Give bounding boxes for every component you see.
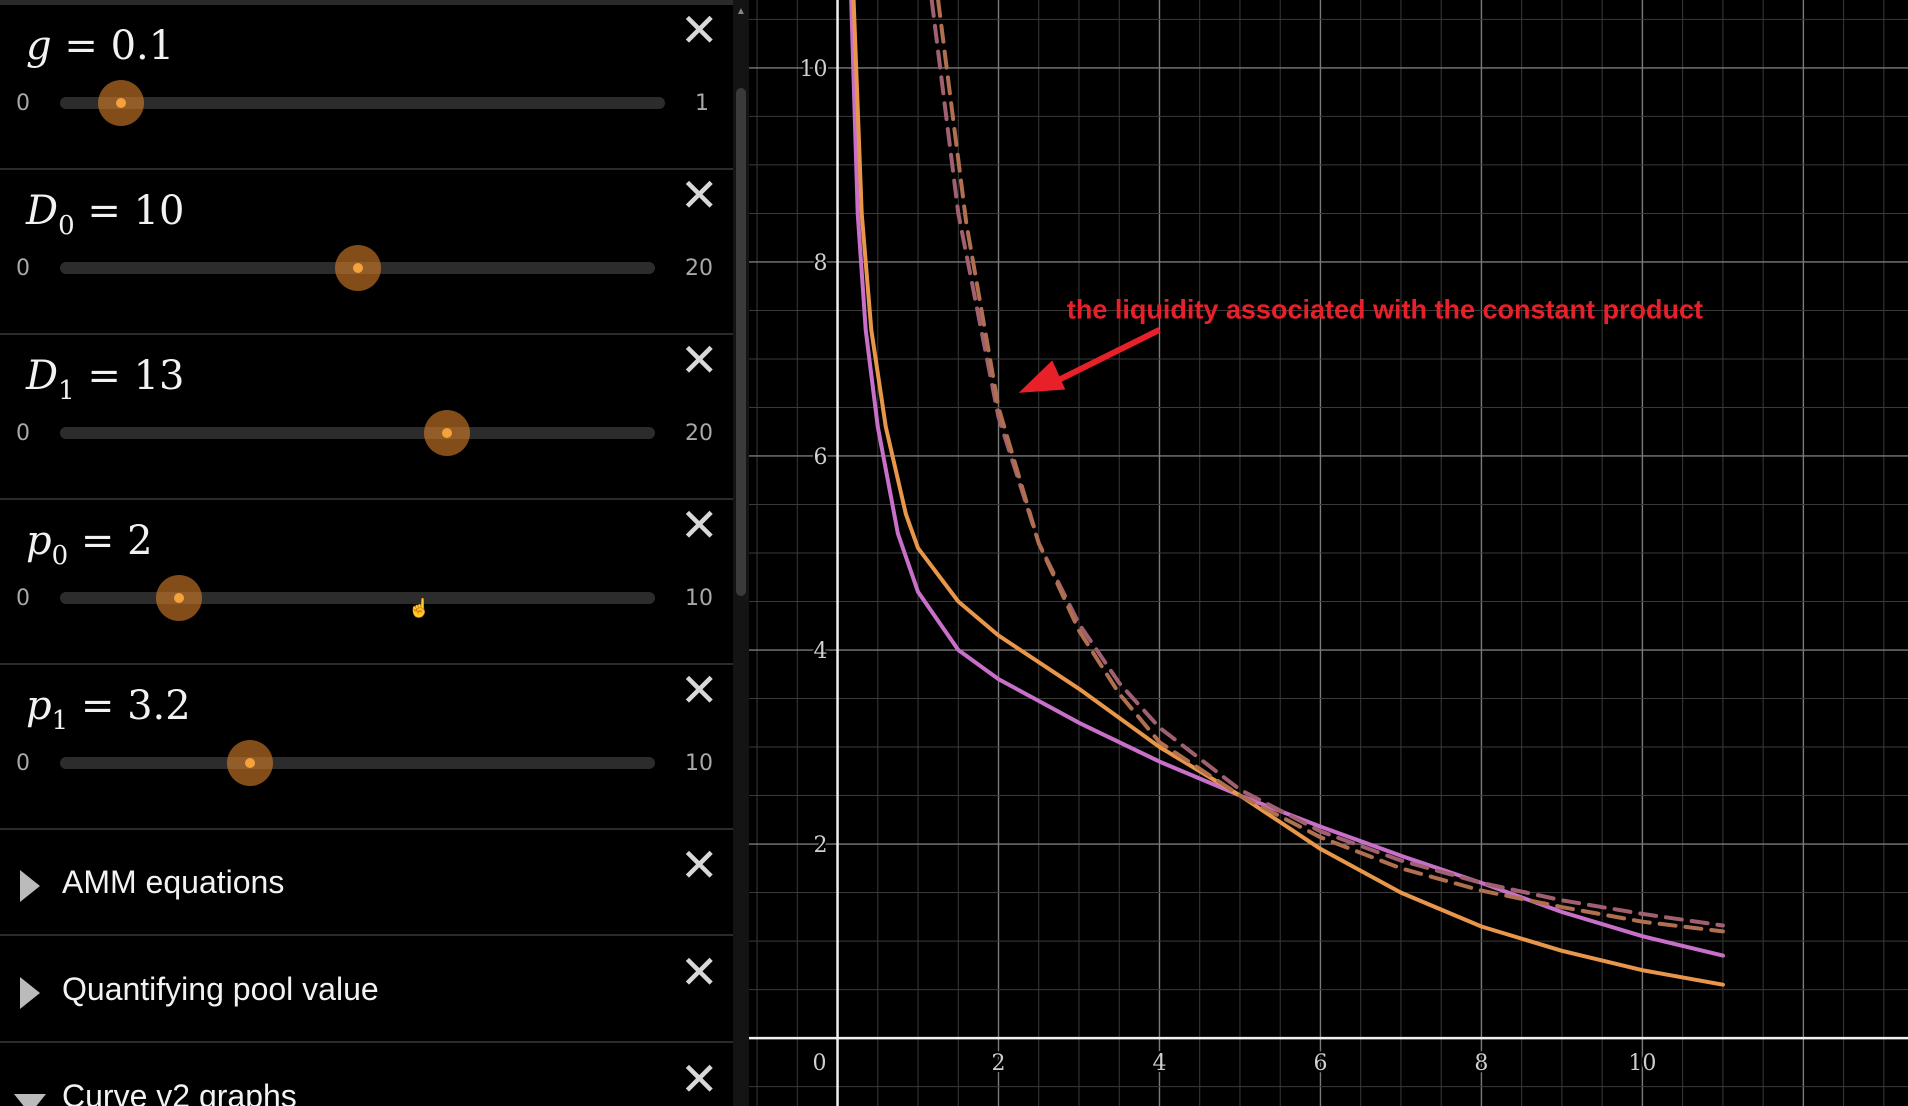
slider-value: 0.1 xyxy=(110,23,175,69)
variable-subscript: 1 xyxy=(58,376,75,406)
equals-sign: = xyxy=(68,518,128,564)
slider-row: g = 0.1 ✕ 0 1 xyxy=(0,5,733,170)
folder-title: AMM equations xyxy=(62,864,285,900)
slider-value: 13 xyxy=(133,353,185,399)
delete-icon[interactable]: ✕ xyxy=(680,1056,719,1102)
slider-row: p1 = 3.2 ✕ 0 10 xyxy=(0,665,733,830)
y-tick-label: 8 xyxy=(814,251,828,276)
slider-handle[interactable] xyxy=(156,575,202,621)
slider-track[interactable] xyxy=(60,427,655,439)
slider-expression[interactable]: p0 = 2 xyxy=(26,518,153,571)
folder-title: Curve v2 graphs xyxy=(62,1078,297,1106)
hand-cursor-icon: ☝ xyxy=(408,598,431,618)
slider-expression[interactable]: p1 = 3.2 xyxy=(26,683,191,736)
slider-min[interactable]: 0 xyxy=(16,91,30,116)
delete-icon[interactable]: ✕ xyxy=(680,7,719,53)
equals-sign: = xyxy=(51,23,111,69)
slider-row: D1 = 13 ✕ 0 20 xyxy=(0,335,733,500)
slider-expression[interactable]: g = 0.1 xyxy=(26,23,174,69)
annotation-label: the liquidity associated with the consta… xyxy=(1067,294,1703,324)
slider-value: 2 xyxy=(127,518,153,564)
slider-min[interactable]: 0 xyxy=(16,586,30,611)
slider-max[interactable]: 20 xyxy=(685,256,713,281)
y-tick-label: 2 xyxy=(814,833,828,858)
variable-subscript: 1 xyxy=(51,706,69,736)
slider-max[interactable]: 10 xyxy=(685,751,713,776)
variable-name: p xyxy=(26,518,52,564)
slider-track[interactable] xyxy=(60,757,655,769)
variable-name: D xyxy=(26,188,59,234)
slider-expression[interactable]: D0 = 10 xyxy=(26,188,185,241)
slider-handle[interactable] xyxy=(97,80,144,126)
variable-subscript: 0 xyxy=(51,541,69,571)
expand-triangle-icon[interactable] xyxy=(20,870,40,902)
slider-min[interactable]: 0 xyxy=(16,421,30,446)
graph-svg[interactable]: 0 2 4 6 8 10 2 4 6 8 10 the liquidity associated wi… xyxy=(749,0,1908,1106)
scroll-up-arrow-icon[interactable]: ▲ xyxy=(733,4,749,20)
delete-icon[interactable]: ✕ xyxy=(680,502,719,548)
y-tick-label: 4 xyxy=(814,639,828,664)
folder-title: Quantifying pool value xyxy=(62,971,379,1007)
equals-sign: = xyxy=(74,188,134,234)
slider-min[interactable]: 0 xyxy=(16,256,30,281)
slider-handle[interactable] xyxy=(423,410,470,456)
delete-icon[interactable]: ✕ xyxy=(680,667,719,713)
x-tick-label: 0 xyxy=(813,1051,827,1076)
slider-min[interactable]: 0 xyxy=(16,751,30,776)
expression-list: g = 0.1 ✕ 0 1 D0 = 10 ✕ 0 20 D1 = 13 ✕ 0 20 p0 = 2 ✕ 0… xyxy=(0,0,733,1106)
x-tick-label: 2 xyxy=(992,1051,1006,1076)
slider-track[interactable] xyxy=(60,97,665,109)
folder-amm-equations[interactable]: AMM equations ✕ xyxy=(0,830,733,936)
equals-sign: = xyxy=(68,683,128,729)
slider-row: D0 = 10 ✕ 0 20 xyxy=(0,170,733,335)
y-tick-label: 6 xyxy=(814,445,828,470)
variable-name: D xyxy=(26,353,59,399)
slider-handle[interactable] xyxy=(334,245,381,291)
equals-sign: = xyxy=(74,353,134,399)
expand-triangle-icon[interactable] xyxy=(20,977,40,1009)
slider-expression[interactable]: D1 = 13 xyxy=(26,353,185,406)
folder-curve-v2-graphs[interactable]: Curve v2 graphs ✕ xyxy=(0,1044,733,1106)
slider-max[interactable]: 1 xyxy=(695,91,709,116)
x-tick-label: 4 xyxy=(1152,1051,1166,1076)
variable-name: g xyxy=(26,23,52,69)
slider-max[interactable]: 10 xyxy=(685,586,713,611)
variable-name: p xyxy=(26,683,52,729)
delete-icon[interactable]: ✕ xyxy=(680,337,719,383)
scrollbar-thumb[interactable] xyxy=(736,88,746,596)
delete-icon[interactable]: ✕ xyxy=(680,172,719,218)
graph-canvas[interactable]: 0 2 4 6 8 10 2 4 6 8 10 the liquidity associated wi… xyxy=(749,0,1908,1106)
slider-value: 10 xyxy=(133,188,185,234)
delete-icon[interactable]: ✕ xyxy=(680,842,719,888)
slider-row: p0 = 2 ✕ 0 10 xyxy=(0,500,733,665)
x-tick-label: 6 xyxy=(1313,1051,1327,1076)
x-tick-label: 8 xyxy=(1474,1051,1488,1076)
folder-quantifying-pool-value[interactable]: Quantifying pool value ✕ xyxy=(0,937,733,1043)
delete-icon[interactable]: ✕ xyxy=(680,949,719,995)
slider-handle[interactable] xyxy=(227,740,274,786)
collapse-triangle-icon[interactable] xyxy=(14,1094,46,1106)
variable-subscript: 0 xyxy=(58,211,75,241)
x-tick-label: 10 xyxy=(1628,1051,1656,1076)
y-tick-label: 10 xyxy=(800,57,828,82)
slider-max[interactable]: 20 xyxy=(685,421,713,446)
slider-value: 3.2 xyxy=(127,683,191,729)
slider-track[interactable] xyxy=(60,592,655,604)
